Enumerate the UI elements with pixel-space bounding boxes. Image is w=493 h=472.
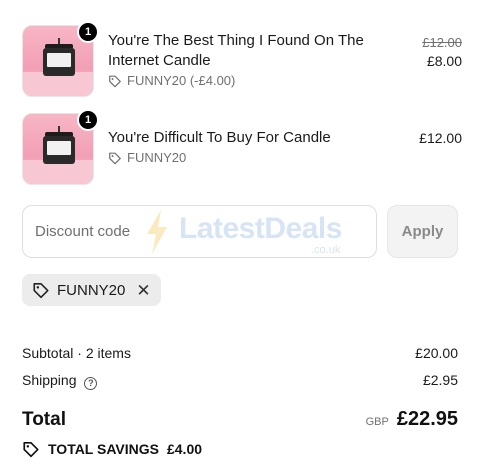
price-column: £12.00	[419, 130, 462, 146]
total-label: Total	[22, 409, 66, 430]
subtotal-row: Subtotal · 2 items £20.00	[22, 345, 458, 361]
discounted-price: £8.00	[426, 53, 462, 69]
help-icon[interactable]: ?	[84, 376, 98, 390]
tag-icon	[109, 75, 121, 87]
shipping-value: £2.95	[422, 372, 458, 388]
product-thumbnail[interactable]: 1	[22, 109, 99, 185]
discount-code-text: FUNNY20	[127, 150, 187, 165]
quantity-badge: 1	[77, 109, 99, 131]
cart-line-item: 1 You're The Best Thing I Found On The I…	[22, 21, 462, 97]
original-price: £12.00	[422, 35, 462, 50]
line-discount: FUNNY20 (-£4.00)	[108, 73, 235, 88]
product-title: You're Difficult To Buy For Candle	[108, 129, 331, 146]
savings-value: £4.00	[166, 441, 203, 457]
cart-line-item: 1 You're Difficult To Buy For Candle FUN…	[22, 109, 462, 185]
applied-discount-chip: FUNNY20 ✕	[22, 274, 161, 306]
tag-icon	[23, 441, 39, 458]
subtotal-label: Subtotal · 2 items	[22, 345, 131, 361]
applied-code: FUNNY20	[57, 281, 126, 299]
currency-code: GBP	[365, 416, 389, 428]
item-price: £12.00	[419, 130, 462, 146]
product-thumbnail[interactable]: 1	[22, 21, 99, 97]
quantity-badge: 1	[77, 21, 99, 43]
discount-code-placeholder: Discount code	[35, 223, 131, 240]
shipping-row: Shipping ? £2.95	[22, 372, 458, 390]
tag-icon	[109, 152, 121, 164]
apply-button[interactable]: Apply	[387, 205, 458, 258]
total-savings: TOTAL SAVINGS £4.00	[22, 440, 202, 458]
savings-label: TOTAL SAVINGS	[48, 441, 159, 457]
price-column: £12.00 £8.00	[422, 35, 462, 69]
subtotal-value: £20.00	[415, 345, 458, 361]
tag-icon	[33, 283, 49, 299]
close-icon[interactable]: ✕	[136, 282, 150, 299]
discount-code-text: FUNNY20 (-£4.00)	[127, 73, 236, 88]
shipping-label: Shipping	[22, 372, 77, 388]
product-title: You're The Best Thing I Found On The Int…	[108, 32, 364, 69]
line-discount: FUNNY20	[108, 150, 186, 165]
total-amount-group: GBP £22.95	[366, 408, 458, 431]
discount-code-input[interactable]: Discount code	[22, 205, 377, 258]
total-amount: £22.95	[396, 408, 458, 430]
